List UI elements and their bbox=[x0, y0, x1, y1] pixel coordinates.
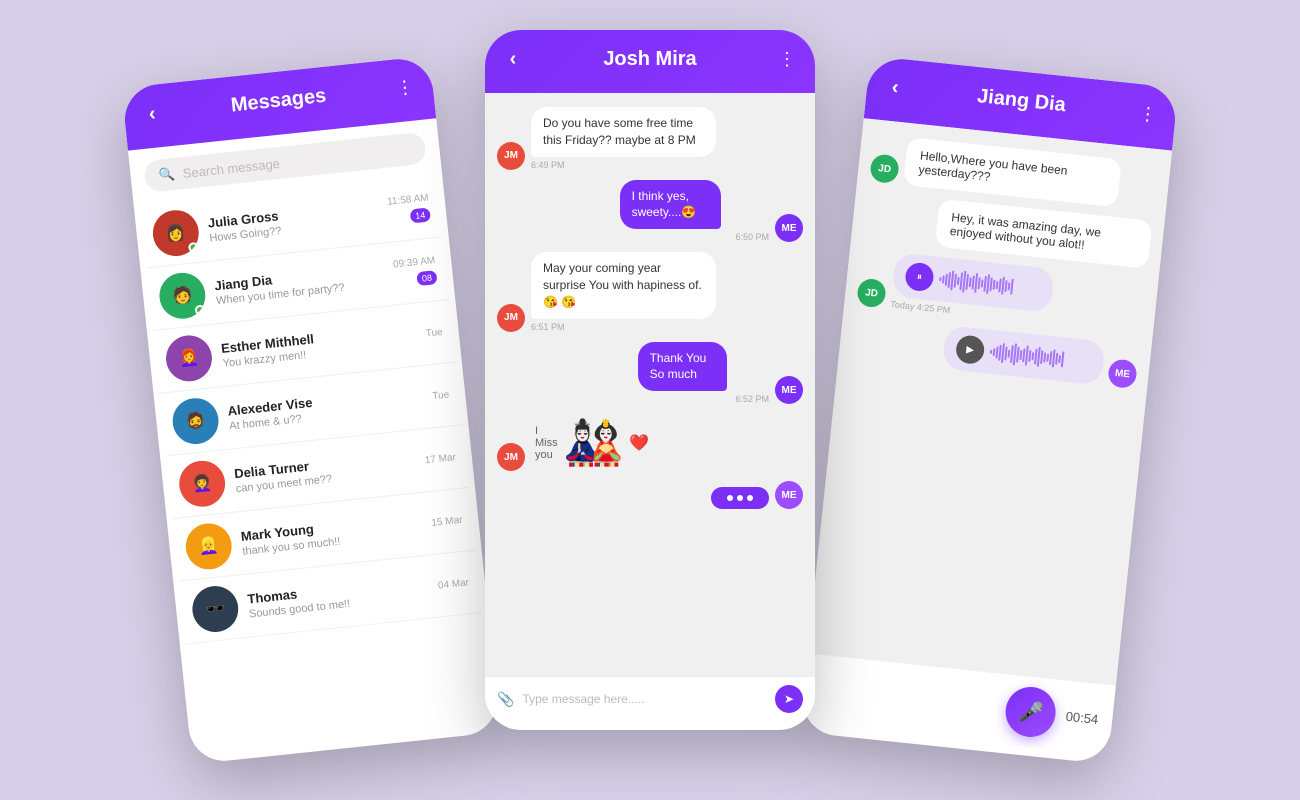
avatar: 👩 bbox=[151, 208, 202, 259]
message-row: I think yes, sweety....😍 6:50 PM ME bbox=[497, 180, 803, 243]
avatar: ME bbox=[1107, 358, 1138, 389]
avatar: JM bbox=[497, 304, 525, 332]
chat-area-right: JD Hello,Where you have been yesterday??… bbox=[800, 118, 1172, 755]
search-icon: 🔍 bbox=[158, 166, 176, 184]
typing-row: ME bbox=[497, 481, 803, 509]
avatar: ME bbox=[775, 214, 803, 242]
back-button[interactable]: ‹ bbox=[139, 102, 165, 127]
message-bubble: Hello,Where you have been yesterday??? bbox=[903, 137, 1121, 207]
avatar: 🕶️ bbox=[190, 584, 241, 635]
avatar: 👩‍🦰 bbox=[164, 333, 215, 384]
chat-input-area: 📎 Type message here..... ➤ bbox=[485, 676, 815, 721]
mic-button[interactable]: 🎤 bbox=[1004, 685, 1059, 740]
play-button[interactable]: ▶ bbox=[955, 334, 986, 365]
avatar-initials: 🕶️ bbox=[190, 584, 241, 635]
jiang-dia-chat-phone: ‹ Jiang Dia ⋮ JD Hello,Where you have be… bbox=[799, 56, 1178, 765]
message-row: JM Do you have some free time this Frida… bbox=[497, 107, 803, 170]
contact-info: Delia Turnercan you meet me?? bbox=[233, 447, 416, 495]
message-row: JM May your coming year surprise You wit… bbox=[497, 252, 803, 331]
message-timestamp: Tue bbox=[425, 326, 443, 339]
back-button-right[interactable]: ‹ bbox=[882, 75, 908, 100]
contact-info: Alexeder ViseAt home & u?? bbox=[227, 383, 424, 432]
messages-list-phone: ‹ Messages ⋮ 🔍 Search message 👩Julia Gro… bbox=[121, 56, 500, 765]
unread-badge: 14 bbox=[410, 207, 431, 223]
chat-area-center: JM Do you have some free time this Frida… bbox=[485, 93, 815, 721]
messages-title: Messages bbox=[163, 78, 394, 125]
typing-dot bbox=[737, 495, 743, 501]
avatar: JM bbox=[497, 142, 525, 170]
voice-bubble: ▶ bbox=[942, 325, 1106, 385]
message-bubble: I think yes, sweety....😍 bbox=[620, 180, 722, 230]
message-timestamp: 11:58 AM bbox=[387, 192, 429, 207]
send-button[interactable]: ➤ bbox=[775, 685, 803, 713]
josh-mira-chat-phone: ‹ Josh Mira ⋮ JM Do you have some free t… bbox=[485, 30, 815, 730]
message-timestamp: 04 Mar bbox=[437, 577, 469, 591]
message-bubble: Thank You So much bbox=[638, 342, 727, 392]
pause-button[interactable]: ⏸ bbox=[904, 262, 935, 293]
message-time: 6:49 PM bbox=[531, 160, 803, 170]
online-indicator bbox=[194, 305, 205, 316]
avatar-initials: 👩‍🦰 bbox=[164, 333, 215, 384]
avatar: ME bbox=[775, 376, 803, 404]
menu-icon-center[interactable]: ⋮ bbox=[775, 49, 799, 70]
typing-dot bbox=[747, 495, 753, 501]
contact-info: Julia GrossHows Going?? bbox=[207, 197, 380, 244]
avatar: ME bbox=[775, 481, 803, 509]
menu-icon-right[interactable]: ⋮ bbox=[1135, 103, 1161, 126]
message-time: 6:50 PM bbox=[620, 232, 769, 242]
message-timestamp: Tue bbox=[432, 389, 450, 402]
avatar-initials: 👩‍🦱 bbox=[177, 458, 228, 509]
avatar: 🧑 bbox=[157, 270, 208, 321]
recording-time: 00:54 bbox=[1065, 708, 1099, 726]
wave-bar bbox=[1061, 351, 1065, 367]
sticker-row: JM IMissyou 🎎 ❤️ bbox=[497, 414, 803, 471]
avatar: 👩‍🦱 bbox=[177, 458, 228, 509]
message-input[interactable]: Type message here..... bbox=[522, 692, 767, 706]
message-timestamp: 17 Mar bbox=[424, 452, 456, 466]
message-meta: 04 Mar bbox=[437, 577, 469, 591]
chat-messages-center: JM Do you have some free time this Frida… bbox=[485, 93, 815, 676]
message-meta: Tue bbox=[425, 326, 443, 339]
message-bubble: Do you have some free time this Friday??… bbox=[531, 107, 716, 157]
chat-messages-right: JD Hello,Where you have been yesterday??… bbox=[808, 118, 1172, 684]
message-timestamp: 09:39 AM bbox=[392, 255, 435, 270]
search-placeholder: Search message bbox=[182, 155, 281, 180]
avatar: JM bbox=[497, 443, 525, 471]
message-bubble: May your coming year surprise You with h… bbox=[531, 252, 716, 318]
avatar-initials: 👱‍♀️ bbox=[183, 521, 234, 572]
message-meta: 11:58 AM14 bbox=[387, 192, 431, 225]
message-meta: 09:39 AM08 bbox=[392, 255, 437, 288]
avatar: 👱‍♀️ bbox=[183, 521, 234, 572]
contact-info: ThomasSounds good to me!! bbox=[247, 572, 430, 620]
message-bubble: Hey, it was amazing day, we enjoyed with… bbox=[934, 199, 1152, 269]
contact-info: Esther MithhellYou krazzy men!! bbox=[220, 320, 417, 369]
avatar-initials: 🧔 bbox=[170, 396, 221, 447]
avatar: JD bbox=[856, 278, 887, 309]
typing-dot bbox=[727, 495, 733, 501]
chat-title-center: Josh Mira bbox=[525, 48, 775, 71]
waveform bbox=[989, 342, 1093, 373]
typing-indicator bbox=[711, 487, 769, 509]
unread-badge: 08 bbox=[416, 270, 437, 286]
message-time: 6:52 PM bbox=[638, 394, 769, 404]
message-meta: 15 Mar bbox=[431, 514, 463, 528]
online-indicator bbox=[188, 242, 199, 253]
attach-icon[interactable]: 📎 bbox=[497, 691, 514, 708]
message-timestamp: 15 Mar bbox=[431, 514, 463, 528]
wave-bar bbox=[1010, 279, 1014, 295]
message-meta: 17 Mar bbox=[424, 452, 456, 466]
chat-header-center: ‹ Josh Mira ⋮ bbox=[485, 30, 815, 93]
menu-icon[interactable]: ⋮ bbox=[392, 76, 418, 99]
message-meta: Tue bbox=[432, 389, 450, 402]
avatar: JD bbox=[869, 153, 900, 184]
waveform bbox=[938, 269, 1042, 300]
avatar: 🧔 bbox=[170, 396, 221, 447]
message-time: 6:51 PM bbox=[531, 322, 803, 332]
message-row: Thank You So much 6:52 PM ME bbox=[497, 342, 803, 405]
contact-list: 👩Julia GrossHows Going??11:58 AM14🧑Jiang… bbox=[134, 174, 488, 645]
back-button-center[interactable]: ‹ bbox=[501, 48, 525, 71]
chat-title-right: Jiang Dia bbox=[906, 78, 1137, 125]
contact-info: Mark Youngthank you so much!! bbox=[240, 510, 423, 558]
contact-info: Jiang DiaWhen you time for party?? bbox=[214, 260, 386, 307]
